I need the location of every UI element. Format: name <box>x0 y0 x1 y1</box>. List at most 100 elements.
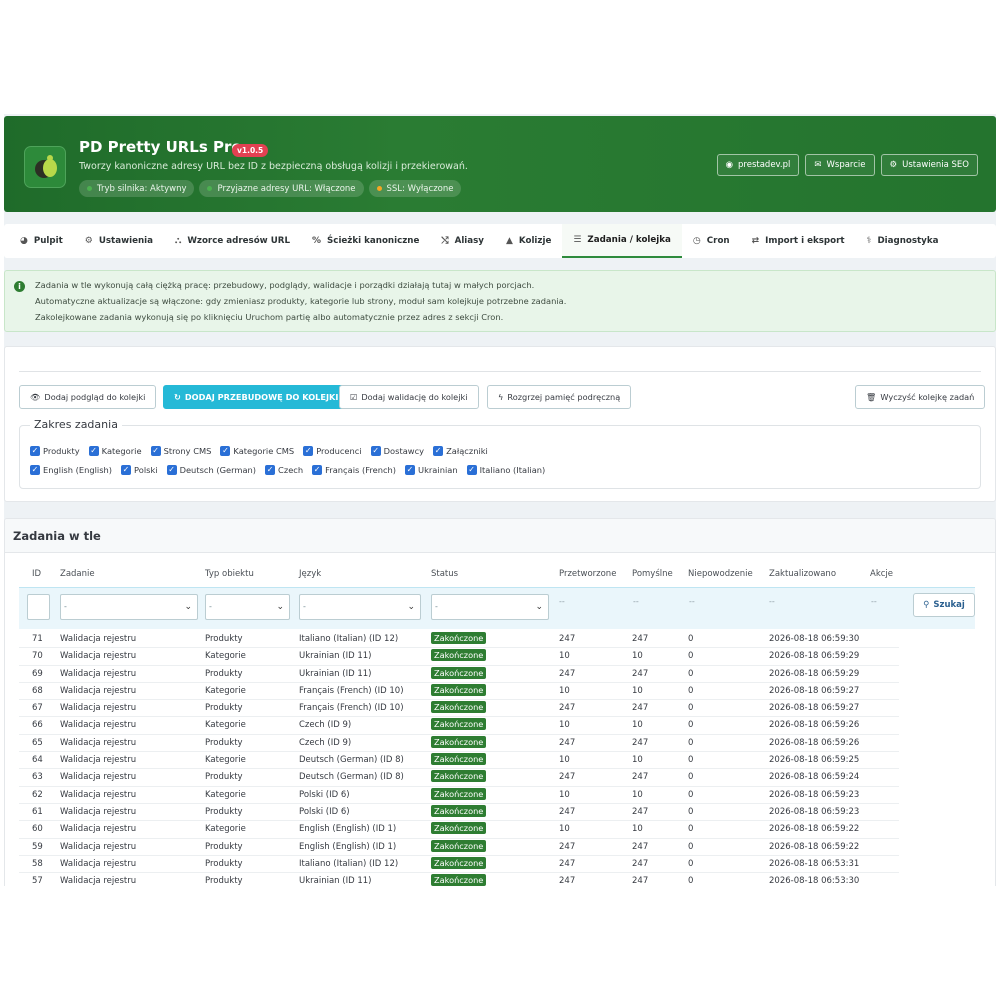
col-header-id[interactable]: ID <box>32 569 41 579</box>
checkbox-checked-icon[interactable]: ✓ <box>370 446 381 456</box>
cell-fail: 0 <box>688 824 694 835</box>
table-row[interactable]: 63 Walidacja rejestru Produkty Deutsch (Ger… <box>19 769 899 787</box>
checkbox-label: Italiano (Italian) <box>479 465 546 475</box>
table-row[interactable]: 58 Walidacja rejestru Produkty Italiano (It… <box>19 856 899 874</box>
languages-checkbox[interactable]: ✓ Italiano (Italian) <box>466 465 546 475</box>
header-button-2[interactable]: ✉ Wsparcie <box>805 154 875 176</box>
col-header-task[interactable]: Zadanie <box>60 569 95 579</box>
types-checkbox[interactable]: ✓ Produkty <box>30 446 80 456</box>
checkbox-checked-icon[interactable]: ✓ <box>433 446 444 456</box>
tab-10[interactable]: ⚕ Diagnostyka <box>856 224 950 258</box>
table-row[interactable]: 69 Walidacja rejestru Produkty Ukrainian (I… <box>19 666 899 683</box>
filter-id-input[interactable] <box>27 594 50 620</box>
table-row[interactable]: 57 Walidacja rejestru Produkty Ukrainian (I… <box>19 873 899 886</box>
header-button-1[interactable]: ◉ prestadev.pl <box>716 154 800 176</box>
languages-checkbox[interactable]: ✓ English (English) <box>30 465 112 475</box>
checkbox-checked-icon[interactable]: ✓ <box>220 446 231 456</box>
checkbox-checked-icon[interactable]: ✓ <box>466 465 477 475</box>
cell-lang: Ukrainian (ID 11) <box>299 668 372 679</box>
checkbox-checked-icon[interactable]: ✓ <box>150 446 161 456</box>
header-button-3[interactable]: ⚙ Ustawienia SEO <box>880 154 978 176</box>
types-checkbox[interactable]: ✓ Załączniki <box>433 446 488 456</box>
object-type-checkboxes: ✓ Produkty ✓ Kategorie ✓ Strony CMS ✓ Kategorie… <box>30 446 488 456</box>
cell-lang: Czech (ID 9) <box>299 720 352 731</box>
checkbox-checked-icon[interactable]: ✓ <box>30 465 40 475</box>
warm-cache-button[interactable]: ϟ Rozgrzej pamięć podręczną <box>487 385 632 409</box>
cell-ok: 10 <box>632 685 643 696</box>
col-header-failed[interactable]: Niepowodzenie <box>688 569 753 579</box>
types-checkbox[interactable]: ✓ Producenci <box>303 446 362 456</box>
tab-8[interactable]: ◷ Cron <box>682 224 741 258</box>
cell-updated: 2026-08-18 06:59:27 <box>769 703 860 714</box>
add-validation-button[interactable]: ☑ Dodaj walidację do kolejki <box>339 385 479 409</box>
table-row[interactable]: 61 Walidacja rejestru Produkty Polski (ID 6… <box>19 804 899 822</box>
languages-checkbox[interactable]: ✓ Deutsch (German) <box>166 465 256 475</box>
table-row[interactable]: 70 Walidacja rejestru Kategorie Ukrainian (… <box>19 648 899 666</box>
add-rebuild-button[interactable]: ↻ DODAJ PRZEBUDOWĘ DO KOLEJKI <box>163 385 350 409</box>
checkbox-checked-icon[interactable]: ✓ <box>30 446 40 456</box>
col-header-processed[interactable]: Przetworzone <box>559 569 616 579</box>
table-row[interactable]: 65 Walidacja rejestru Produkty Czech (ID 9)… <box>19 735 899 753</box>
cell-lang: Ukrainian (ID 11) <box>299 876 372 886</box>
table-row[interactable]: 66 Walidacja rejestru Kategorie Czech (ID 9… <box>19 717 899 735</box>
col-header-updated[interactable]: Zaktualizowano <box>769 569 836 579</box>
tab-label: Zadania / kolejka <box>587 235 671 245</box>
languages-checkbox[interactable]: ✓ Polski <box>121 465 158 475</box>
search-button[interactable]: ⚲ Szukaj <box>913 593 975 617</box>
clear-queue-button[interactable]: 🗑 Wyczyść kolejkę zadań <box>855 385 986 409</box>
language-checkboxes: ✓ English (English) ✓ Polski ✓ Deutsch (Germa… <box>30 465 545 475</box>
types-checkbox[interactable]: ✓ Kategorie CMS <box>220 446 294 456</box>
col-header-language[interactable]: Język <box>299 569 321 579</box>
tab-2[interactable]: ⚙ Ustawienia <box>74 224 164 258</box>
table-row[interactable]: 64 Walidacja rejestru Kategorie Deutsch (Ge… <box>19 752 899 770</box>
languages-checkbox[interactable]: ✓ Ukrainian <box>405 465 458 475</box>
cell-processed: 247 <box>559 806 576 817</box>
status-badge: Zakończone <box>431 839 487 852</box>
languages-checkbox[interactable]: ✓ Français (French) <box>312 465 396 475</box>
col-header-object-type[interactable]: Typ obiektu <box>205 569 254 579</box>
add-preview-button[interactable]: 👁 Dodaj podgląd do kolejki <box>19 385 157 409</box>
status-pill: Przyjazne adresy URL: Włączone <box>199 180 364 197</box>
header-button-label: Ustawienia SEO <box>902 160 969 170</box>
cell-fail: 0 <box>688 634 694 644</box>
checkbox-label: Français (French) <box>325 465 397 475</box>
filter-status-select[interactable]: - ⌄ <box>431 594 549 620</box>
cell-task: Walidacja rejestru <box>60 858 137 869</box>
tab-5[interactable]: ⤭ Aliasy <box>430 224 495 258</box>
checkbox-checked-icon[interactable]: ✓ <box>121 465 132 475</box>
check-square-icon: ☑ <box>350 392 358 402</box>
filter-task-select[interactable]: - ⌄ <box>60 594 198 620</box>
checkbox-checked-icon[interactable]: ✓ <box>265 465 276 475</box>
checkbox-checked-icon[interactable]: ✓ <box>166 465 177 475</box>
table-row[interactable]: 68 Walidacja rejestru Kategorie Français (F… <box>19 683 899 701</box>
table-row[interactable]: 59 Walidacja rejestru Produkty English (Eng… <box>19 839 899 856</box>
cell-fail: 0 <box>688 876 694 886</box>
tab-4[interactable]: % Ścieżki kanoniczne <box>301 224 430 258</box>
filter-language-select[interactable]: - ⌄ <box>299 594 421 620</box>
cell-ok: 247 <box>632 634 649 644</box>
tab-9[interactable]: ⇄ Import i eksport <box>741 224 856 258</box>
types-checkbox[interactable]: ✓ Kategorie <box>88 446 142 456</box>
filter-type-select[interactable]: - ⌄ <box>205 594 290 620</box>
tab-1[interactable]: ◕ Pulpit <box>9 224 74 258</box>
checkbox-checked-icon[interactable]: ✓ <box>303 446 314 456</box>
languages-checkbox[interactable]: ✓ Czech <box>265 465 303 475</box>
col-header-success[interactable]: Pomyślne <box>632 569 673 579</box>
col-header-status[interactable]: Status <box>431 569 458 579</box>
types-checkbox[interactable]: ✓ Dostawcy <box>370 446 424 456</box>
tab-7[interactable]: ☰ Zadania / kolejka <box>562 224 682 258</box>
table-row[interactable]: 71 Walidacja rejestru Produkty Italiano (It… <box>19 631 899 649</box>
checkbox-checked-icon[interactable]: ✓ <box>312 465 323 475</box>
checkbox-checked-icon[interactable]: ✓ <box>405 465 416 475</box>
table-row[interactable]: 60 Walidacja rejestru Kategorie English (En… <box>19 821 899 839</box>
cell-id: 61 <box>32 806 43 817</box>
cell-id: 69 <box>32 668 43 679</box>
table-row[interactable]: 67 Walidacja rejestru Produkty Français (Fr… <box>19 700 899 718</box>
tab-3[interactable]: ⛬ Wzorce adresów URL <box>164 224 301 258</box>
checkbox-checked-icon[interactable]: ✓ <box>88 446 99 456</box>
divider <box>19 371 981 372</box>
table-row[interactable]: 62 Walidacja rejestru Kategorie Polski (ID … <box>19 787 899 804</box>
tab-6[interactable]: ▲ Kolizje <box>495 224 562 258</box>
types-checkbox[interactable]: ✓ Strony CMS <box>150 446 211 456</box>
cell-type: Kategorie <box>205 789 246 800</box>
